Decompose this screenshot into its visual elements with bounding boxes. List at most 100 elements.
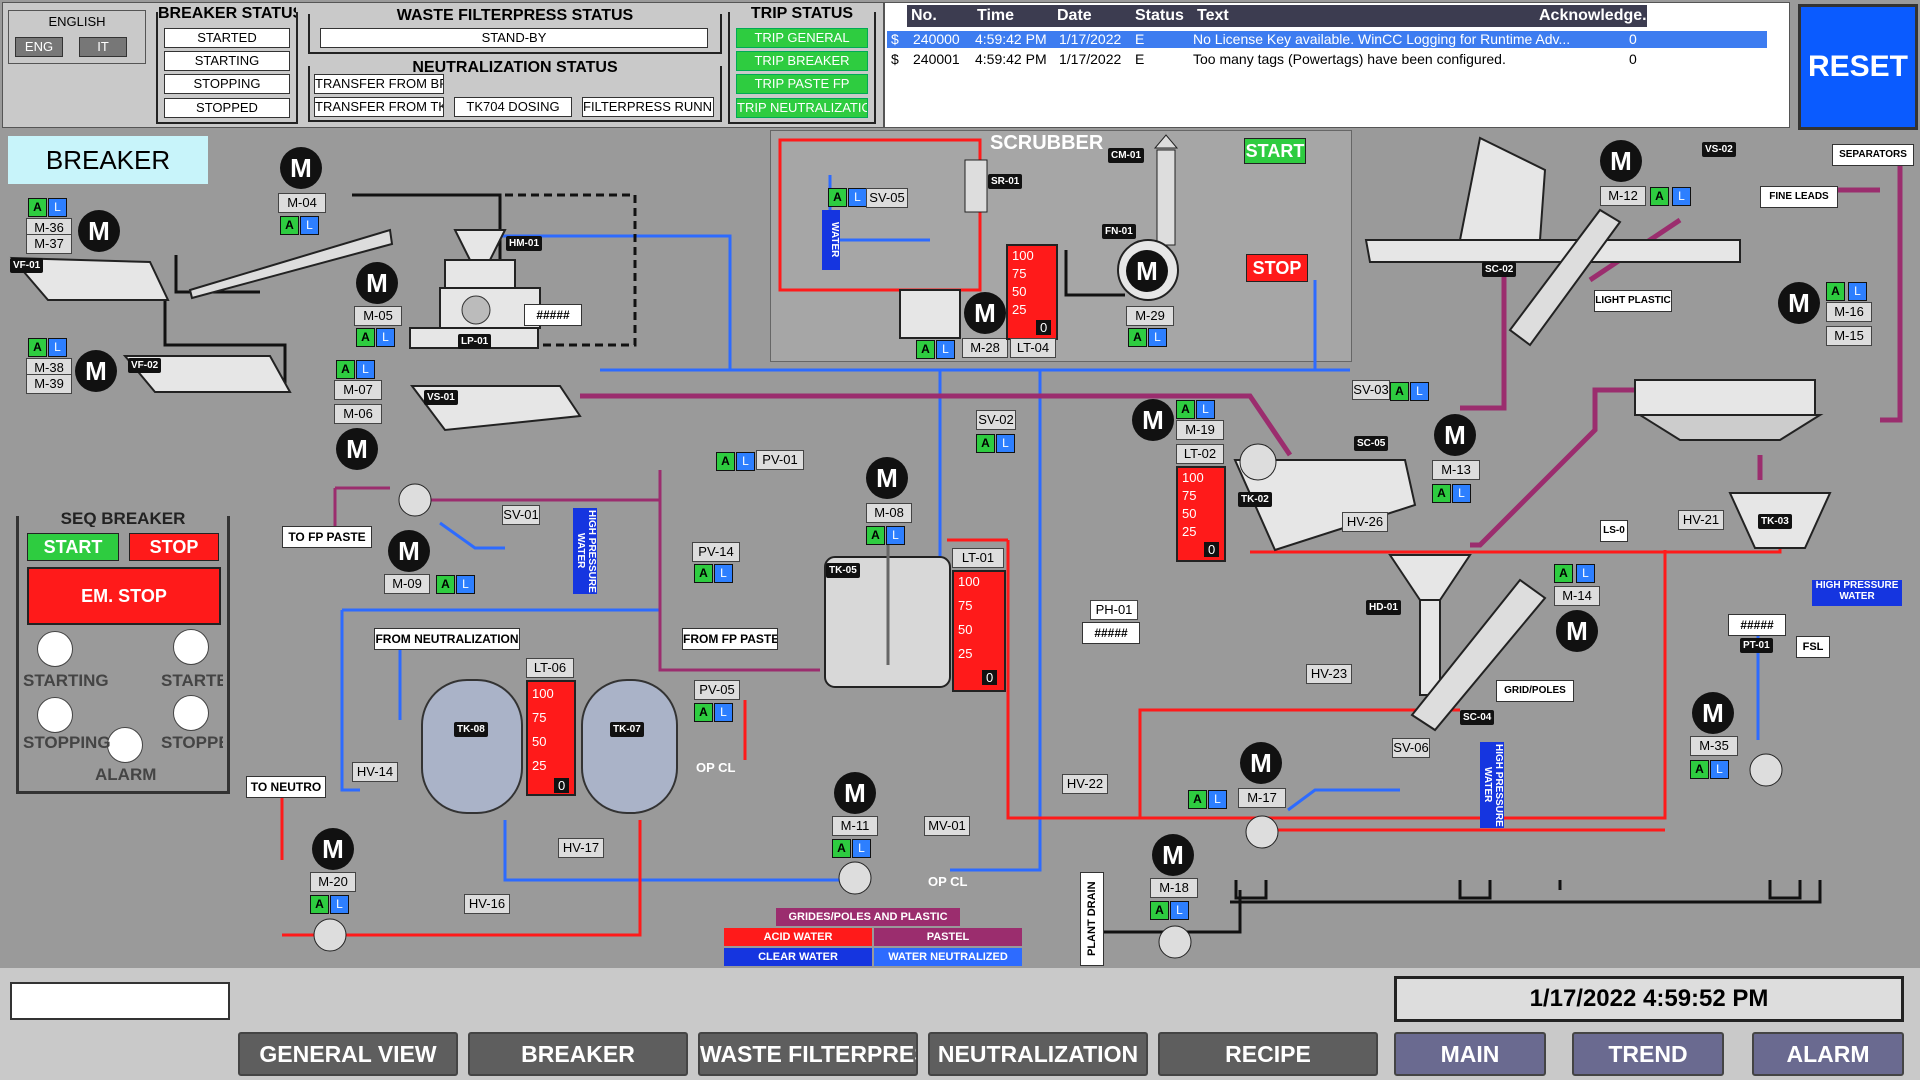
local-indicator: L (330, 895, 349, 914)
motor-m17[interactable]: M (1240, 742, 1282, 784)
motor-m35[interactable]: M (1692, 692, 1734, 734)
tag-tk05: TK-05 (826, 563, 860, 578)
ls0-label: LS-0 (1600, 520, 1628, 542)
grid-poles-label: GRID/POLES (1496, 680, 1574, 702)
nav-recipe[interactable]: RECIPE (1158, 1032, 1378, 1076)
tag-vf01: VF-01 (10, 258, 44, 273)
level-50: 50 (1012, 284, 1027, 299)
motor-m09[interactable]: M (388, 530, 430, 572)
tag-m11: M-11 (832, 816, 878, 836)
local-indicator: L (356, 360, 375, 379)
from-neutralization-label: FROM NEUTRALIZATION (374, 628, 520, 650)
em-stop-button[interactable]: EM. STOP (27, 567, 221, 625)
level-25: 25 (532, 758, 547, 773)
seq-start-button[interactable]: START (27, 533, 119, 561)
nav-breaker[interactable]: BREAKER (468, 1032, 688, 1076)
motor-m11[interactable]: M (834, 772, 876, 814)
motor-m13[interactable]: M (1434, 414, 1476, 456)
tag-sv05: SV-05 (866, 188, 908, 208)
local-indicator: L (736, 452, 755, 471)
motor-m12[interactable]: M (1600, 140, 1642, 182)
level-25: 25 (1182, 524, 1197, 539)
high-pressure-water-label-3: HIGH PRESSURE WATER (1812, 580, 1902, 606)
alarm-label: ALARM (95, 765, 157, 784)
level-lt02: 100 75 50 25 0 (1176, 466, 1226, 562)
local-indicator: L (848, 188, 867, 207)
nav-main[interactable]: MAIN (1394, 1032, 1546, 1076)
tag-m16: M-16 (1826, 302, 1872, 322)
motor-m06[interactable]: M (336, 428, 378, 470)
auto-indicator: A (1554, 564, 1573, 583)
tag-cm01: CM-01 (1108, 148, 1145, 163)
auto-indicator: A (1650, 187, 1669, 206)
tag-hv26: HV-26 (1342, 512, 1388, 532)
local-indicator: L (936, 340, 955, 359)
motor-m16[interactable]: M (1778, 282, 1820, 324)
tag-vs02: VS-02 (1702, 142, 1736, 157)
tag-ph01: PH-01 (1090, 600, 1138, 620)
tag-lp01: LP-01 (458, 334, 492, 349)
nav-neutralization[interactable]: NEUTRALIZATION (928, 1032, 1148, 1076)
water-label: WATER (822, 210, 840, 270)
tag-hv23: HV-23 (1306, 664, 1352, 684)
level-50: 50 (532, 734, 547, 749)
to-fp-paste-label: TO FP PASTE (282, 526, 372, 548)
auto-indicator: A (1432, 484, 1451, 503)
local-indicator: L (714, 703, 733, 722)
motor-m05[interactable]: M (356, 262, 398, 304)
tag-m13: M-13 (1432, 460, 1480, 480)
auto-indicator: A (694, 564, 713, 583)
plant-drain-label: PLANT DRAIN (1080, 872, 1104, 966)
auto-indicator: A (1188, 790, 1207, 809)
started-label: STARTED (161, 671, 223, 690)
legend-pastel: PASTEL (874, 928, 1022, 946)
nav-general-view[interactable]: GENERAL VIEW (238, 1032, 458, 1076)
tag-m20: M-20 (310, 872, 356, 892)
level-lt01: 100 75 50 25 0 (952, 570, 1006, 692)
motor-m18[interactable]: M (1152, 834, 1194, 876)
motor-m28[interactable]: M (964, 292, 1006, 334)
local-indicator: L (48, 338, 67, 357)
motor-m14[interactable]: M (1556, 610, 1598, 652)
auto-indicator: A (694, 703, 713, 722)
motor-m08[interactable]: M (866, 457, 908, 499)
motor-m19[interactable]: M (1132, 399, 1174, 441)
tag-hv22: HV-22 (1062, 774, 1108, 794)
nav-trend[interactable]: TREND (1572, 1032, 1724, 1076)
level-100: 100 (958, 574, 980, 589)
tag-hv17: HV-17 (558, 838, 604, 858)
local-indicator: L (1148, 328, 1167, 347)
local-indicator: L (714, 564, 733, 583)
message-field[interactable] (10, 982, 230, 1020)
local-indicator: L (1410, 382, 1429, 401)
high-pressure-water-label: HIGH PRESSURE WATER (573, 508, 597, 594)
auto-indicator: A (280, 216, 299, 235)
tag-pt01: PT-01 (1740, 638, 1773, 653)
tag-vs01: VS-01 (424, 390, 458, 405)
level-lt04: 100 75 50 25 0 (1006, 244, 1058, 340)
tag-m15: M-15 (1826, 326, 1872, 346)
motor-m20[interactable]: M (312, 828, 354, 870)
nav-waste-filterpress[interactable]: WASTE FILTERPRESS (698, 1032, 918, 1076)
tag-pv05: PV-05 (694, 680, 740, 700)
level-value: 0 (982, 670, 998, 685)
tag-hv21: HV-21 (1678, 510, 1724, 530)
nav-alarm[interactable]: ALARM (1752, 1032, 1904, 1076)
datetime-display: 1/17/2022 4:59:52 PM (1394, 976, 1904, 1022)
tag-m05: M-05 (354, 306, 402, 326)
local-indicator: L (996, 434, 1015, 453)
tag-hv14: HV-14 (352, 762, 398, 782)
motor-m04[interactable]: M (280, 147, 322, 189)
motor-fn01[interactable]: M (1126, 250, 1168, 292)
tag-lt06: LT-06 (526, 658, 574, 678)
seq-breaker-panel: SEQ BREAKER START STOP EM. STOP STARTING… (16, 511, 230, 794)
local-indicator: L (1576, 564, 1595, 583)
motor-m36[interactable]: M (78, 210, 120, 252)
auto-indicator: A (1128, 328, 1147, 347)
auto-indicator: A (866, 526, 885, 545)
tag-hd01: HD-01 (1366, 600, 1401, 615)
tag-m08: M-08 (866, 503, 912, 523)
motor-m38[interactable]: M (75, 350, 117, 392)
seq-stop-button[interactable]: STOP (129, 533, 219, 561)
local-indicator: L (1170, 901, 1189, 920)
